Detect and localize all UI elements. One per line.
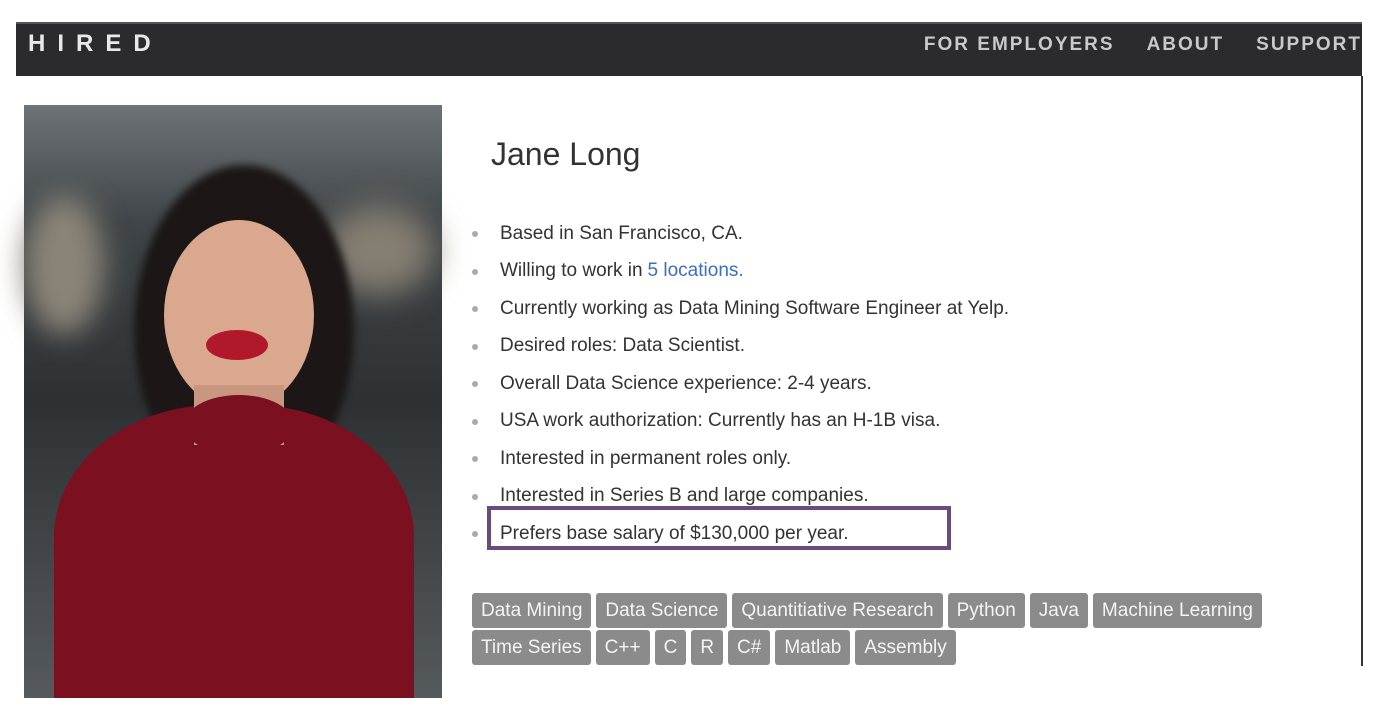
- skill-tag[interactable]: Machine Learning: [1092, 593, 1262, 628]
- fact-willing-locations: Willing to work in 5 locations.: [470, 253, 1009, 291]
- fact-work-authorization: USA work authorization: Currently has an…: [470, 403, 1009, 441]
- nav-for-employers[interactable]: FOR EMPLOYERS: [924, 34, 1115, 56]
- profile-facts: Based in San Francisco, CA. Willing to w…: [470, 215, 1009, 553]
- locations-link[interactable]: 5 locations.: [648, 260, 744, 282]
- nav-support[interactable]: SUPPORT: [1256, 34, 1362, 56]
- skill-tag[interactable]: Data Mining: [472, 593, 592, 628]
- skill-tag[interactable]: Matlab: [775, 630, 851, 665]
- fact-current-job: Currently working as Data Mining Softwar…: [470, 290, 1009, 328]
- top-nav: HIRED FOR EMPLOYERS ABOUT SUPPORT: [16, 22, 1362, 76]
- fact-location: Based in San Francisco, CA.: [470, 215, 1009, 253]
- skill-tag[interactable]: Java: [1029, 593, 1088, 628]
- hired-logo[interactable]: HIRED: [28, 30, 163, 58]
- candidate-name: Jane Long: [491, 136, 641, 172]
- skill-tag[interactable]: C#: [728, 630, 771, 665]
- skill-tag[interactable]: Quantitiative Research: [732, 593, 943, 628]
- fact-role-type: Interested in permanent roles only.: [470, 440, 1009, 478]
- skill-tag[interactable]: C++: [595, 630, 650, 665]
- skill-tag[interactable]: R: [691, 630, 724, 665]
- skill-tag[interactable]: Assembly: [855, 630, 956, 665]
- skill-tag[interactable]: C: [654, 630, 687, 665]
- salary-highlight-box: [487, 506, 951, 550]
- fact-desired-roles: Desired roles: Data Scientist.: [470, 328, 1009, 366]
- skill-tag[interactable]: Python: [947, 593, 1025, 628]
- skill-tag[interactable]: Time Series: [472, 630, 591, 665]
- nav-about[interactable]: ABOUT: [1147, 34, 1225, 56]
- skill-tags: Data Mining Data Science Quantitiative R…: [472, 593, 1302, 665]
- skill-tag[interactable]: Data Science: [596, 593, 728, 628]
- fact-experience: Overall Data Science experience: 2-4 yea…: [470, 365, 1009, 403]
- profile-photo: [24, 105, 442, 698]
- divider: [1361, 76, 1363, 666]
